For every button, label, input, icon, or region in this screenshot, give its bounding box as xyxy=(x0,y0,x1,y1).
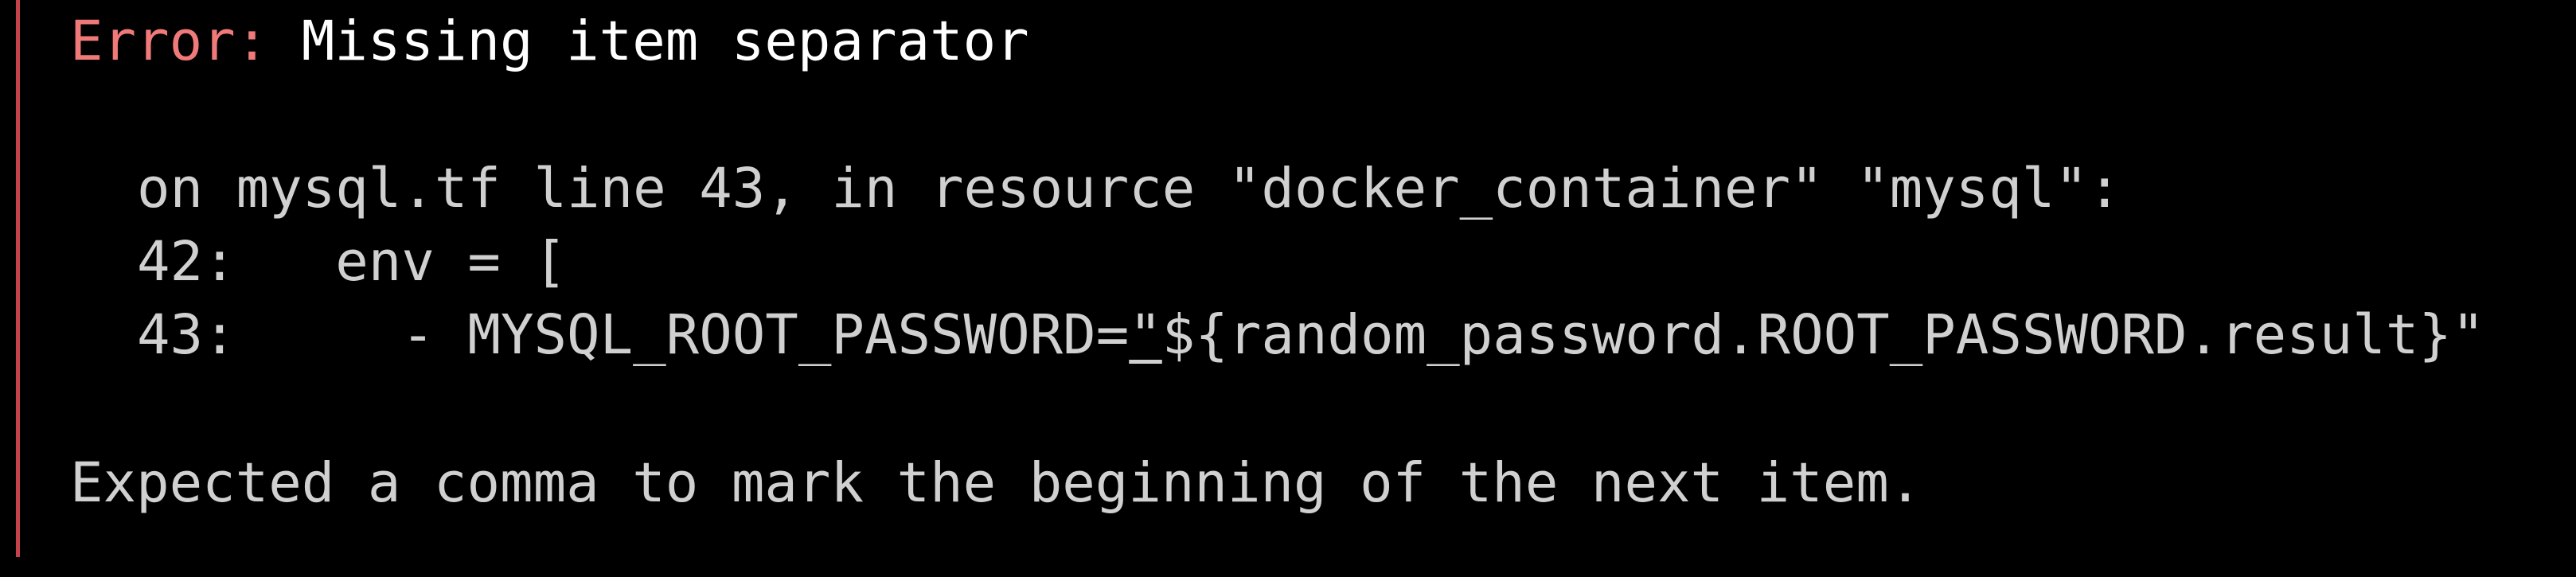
code-line-43-suffix: ${random_password.ROOT_PASSWORD.result}" xyxy=(1161,303,2485,367)
error-detail-message: Expected a comma to mark the beginning o… xyxy=(70,451,1922,515)
error-label: Error: xyxy=(70,10,269,73)
error-location: on mysql.tf line 43, in resource "docker… xyxy=(137,157,2121,220)
code-line-43: 43: - MYSQL_ROOT_PASSWORD="${random_pass… xyxy=(137,308,2484,363)
code-error-highlight: " xyxy=(1129,303,1162,367)
code-line-43-prefix: 43: - MYSQL_ROOT_PASSWORD= xyxy=(137,303,1130,367)
error-title: Missing item separator xyxy=(268,10,1029,73)
error-gutter-bar xyxy=(16,0,20,557)
code-line-42: 42: env = [ xyxy=(137,230,568,294)
terminal-output: Error: Missing item separator on mysql.t… xyxy=(0,0,2576,577)
error-heading: Error: Missing item separator xyxy=(70,14,1029,69)
